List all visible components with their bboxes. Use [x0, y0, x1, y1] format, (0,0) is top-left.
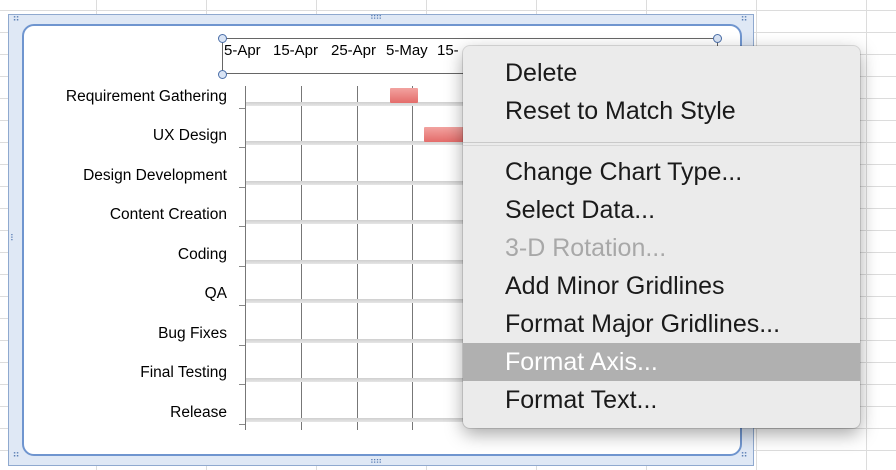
gantt-bar-ux-design[interactable]	[424, 127, 464, 142]
axis-tick	[239, 187, 245, 188]
axis-handle-top-right[interactable]	[713, 34, 722, 43]
axis-tick	[239, 345, 245, 346]
menu-item-change-chart-type[interactable]: Change Chart Type...	[463, 153, 860, 191]
axis-tick	[239, 424, 245, 425]
task-label: Bug Fixes	[158, 325, 227, 342]
axis-tick-label: 15-Apr	[273, 42, 319, 59]
menu-separator	[463, 145, 860, 146]
axis-tick	[239, 305, 245, 306]
task-label: Requirement Gathering	[65, 88, 227, 105]
row-band	[246, 418, 476, 422]
axis-tick-label: 25-Apr	[331, 42, 377, 59]
menu-item-3d-rotation: 3-D Rotation...	[505, 234, 667, 262]
task-label: UX Design	[152, 127, 227, 144]
axis-tick	[239, 226, 245, 227]
menu-item-format-axis[interactable]: Format Axis...	[463, 343, 860, 381]
axis-tick-label: 15-	[437, 42, 459, 59]
row-band	[246, 102, 476, 106]
resize-handle-top-left[interactable]: ⠛	[10, 16, 22, 28]
task-label: Coding	[177, 246, 227, 263]
row-band	[246, 378, 476, 382]
task-label: Content Creation	[109, 206, 227, 223]
resize-handle-top-right[interactable]: ⠛	[738, 16, 750, 28]
axis-tick	[239, 266, 245, 267]
task-label: Final Testing	[140, 364, 227, 381]
menu-item-reset-to-match-style[interactable]: Reset to Match Style	[463, 92, 860, 130]
resize-handle-bottom-right[interactable]: ⠛	[738, 452, 750, 464]
task-label: Release	[170, 404, 227, 421]
resize-handle-bottom-left[interactable]: ⠛	[10, 452, 22, 464]
axis-handle-bottom-left[interactable]	[218, 70, 227, 79]
task-label: QA	[204, 285, 227, 302]
axis-tick-label: 5-May	[386, 42, 428, 59]
resize-handle-left[interactable]: ⠇	[10, 234, 17, 243]
menu-item-delete[interactable]: Delete	[463, 54, 860, 92]
gantt-bar-requirement-gathering[interactable]	[390, 88, 418, 103]
menu-item-format-text[interactable]: Format Text...	[463, 381, 860, 419]
row-band	[246, 220, 476, 224]
resize-handle-top[interactable]: ⠛⠛	[370, 15, 382, 24]
row-band	[246, 339, 476, 343]
row-band	[246, 260, 476, 264]
menu-item-add-minor-gridlines[interactable]: Add Minor Gridlines	[463, 267, 860, 305]
axis-tick	[239, 147, 245, 148]
menu-item-select-data[interactable]: Select Data...	[463, 191, 860, 229]
axis-tick-label: 5-Apr	[224, 42, 261, 59]
menu-item-format-major-gridlines[interactable]: Format Major Gridlines...	[463, 305, 860, 343]
menu-separator	[463, 142, 860, 143]
row-band	[246, 299, 476, 303]
axis-tick	[239, 108, 245, 109]
task-label: Design Development	[83, 167, 227, 184]
resize-handle-bottom[interactable]: ⠛⠛	[370, 459, 382, 468]
row-band	[246, 181, 476, 185]
axis-tick	[239, 384, 245, 385]
context-menu: Delete Reset to Match Style Change Chart…	[463, 46, 860, 428]
